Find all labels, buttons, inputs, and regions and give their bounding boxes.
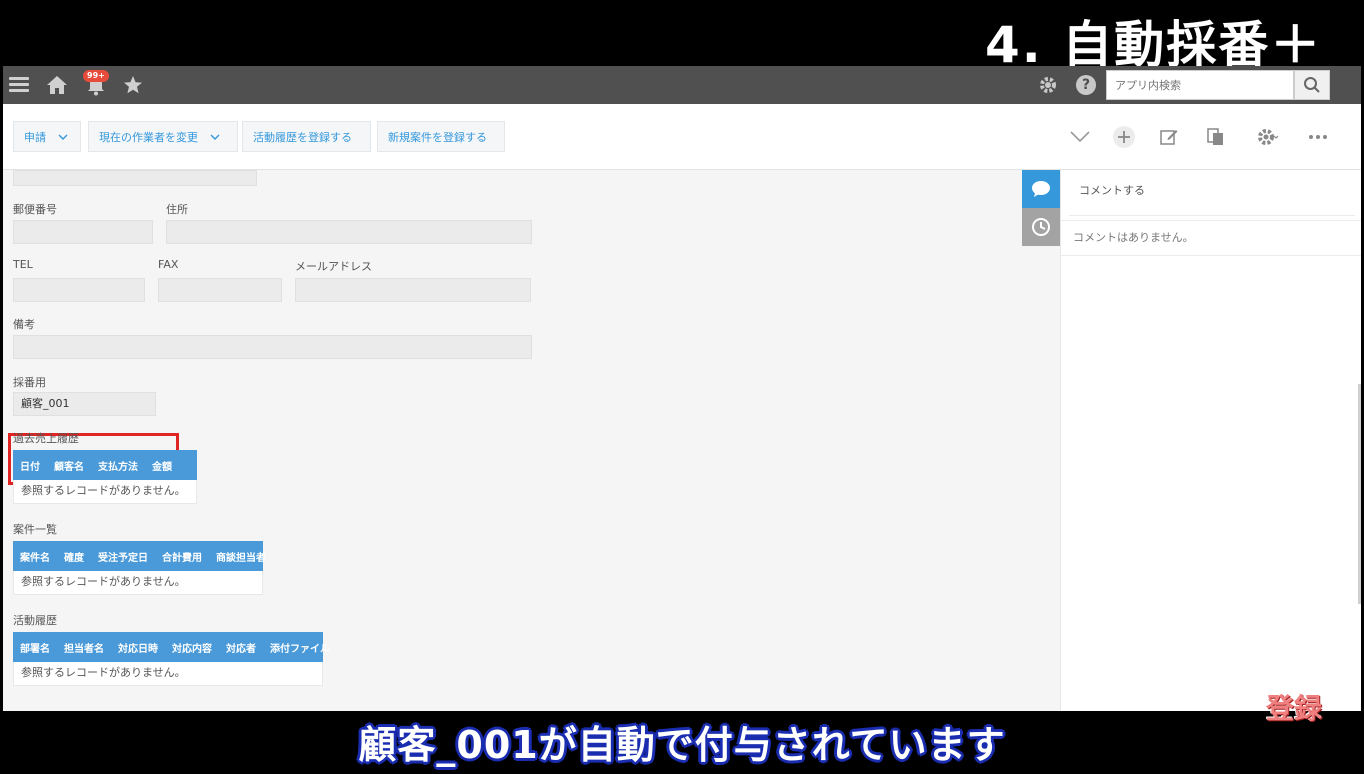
search-icon <box>1304 77 1320 93</box>
copy-icon[interactable] <box>1202 124 1228 150</box>
app-search-input[interactable] <box>1106 70 1294 100</box>
kintone-app: 99+ ? 申請 現在の作業者を変更 活動履歴を登 <box>3 66 1361 711</box>
history-tab[interactable] <box>1022 208 1060 246</box>
no-comments-message: コメントはありません。 <box>1061 220 1361 256</box>
column-header: 対応内容 <box>172 643 212 655</box>
tel-value <box>13 278 145 302</box>
star-icon[interactable] <box>119 71 147 99</box>
empty-table-message: 参照するレコードがありません。 <box>13 480 197 504</box>
add-record-icon[interactable] <box>1111 124 1137 150</box>
header-bar: 99+ ? <box>3 66 1361 104</box>
gear-icon[interactable] <box>1034 71 1062 99</box>
fax-value <box>158 278 282 302</box>
field-value-partial <box>13 170 257 186</box>
register-project-button[interactable]: 新規案件を登録する <box>377 121 505 152</box>
action-toolbar: 申請 現在の作業者を変更 活動履歴を登録する 新規案件を登録する <box>3 104 1361 170</box>
sales-history-title: 過去売上履歴 <box>13 432 79 445</box>
menu-icon[interactable] <box>5 71 33 99</box>
empty-table-message: 参照するレコードがありません。 <box>13 571 263 595</box>
comment-input[interactable]: コメントする <box>1069 176 1355 216</box>
column-header: 対応者 <box>226 643 256 655</box>
search-button[interactable] <box>1294 70 1330 100</box>
address-label: 住所 <box>166 203 188 216</box>
activity-history-header: 部署名 担当者名 対応日時 対応内容 対応者 添付ファイル <box>13 632 330 662</box>
edit-icon[interactable] <box>1156 124 1182 150</box>
activity-history-title: 活動履歴 <box>13 614 57 627</box>
project-list-header: 案件名 確度 受注予定日 合計費用 商談担当者 <box>13 541 266 571</box>
column-header: 案件名 <box>20 552 50 564</box>
column-header: 添付ファイル <box>270 643 330 655</box>
column-header: 商談担当者 <box>216 552 266 564</box>
address-value <box>166 220 532 244</box>
column-header: 確度 <box>64 552 84 564</box>
help-icon[interactable]: ? <box>1072 71 1100 99</box>
column-header: 支払方法 <box>98 461 138 473</box>
register-activity-button[interactable]: 活動履歴を登録する <box>242 121 371 152</box>
apply-button[interactable]: 申請 <box>13 121 81 152</box>
notes-value <box>13 335 532 359</box>
comment-icon <box>1032 181 1050 197</box>
column-header: 対応日時 <box>118 643 158 655</box>
settings-menu-icon[interactable] <box>1248 124 1288 150</box>
comment-panel: コメントする コメントはありません。 <box>1060 170 1361 711</box>
postal-code-label: 郵便番号 <box>13 203 57 216</box>
postal-code-value <box>13 220 153 244</box>
scrollbar[interactable] <box>1358 384 1361 604</box>
column-header: 日付 <box>20 461 40 473</box>
subtitle-caption: 顧客_001が自動で付与されています <box>358 722 1006 767</box>
record-detail: 郵便番号 住所 TEL FAX メールアドレス 備考 採番用 顧客_001 過去… <box>3 170 1060 711</box>
column-header: 受注予定日 <box>98 552 148 564</box>
home-icon[interactable] <box>43 71 71 99</box>
change-assignee-button[interactable]: 現在の作業者を変更 <box>88 121 238 152</box>
project-list-title: 案件一覧 <box>13 523 57 536</box>
chevron-down-icon[interactable] <box>1067 124 1093 150</box>
notification-badge: 99+ <box>83 70 109 82</box>
numbering-value: 顧客_001 <box>13 392 156 416</box>
video-frame: 4. 自動採番＋ 99+ ? アプリ内検索 申請 現在の作業者を変更 活動履歴を… <box>0 0 1364 774</box>
column-header: 合計費用 <box>162 552 202 564</box>
comments-tab[interactable] <box>1022 170 1060 208</box>
sales-history-header: 日付 顧客名 支払方法 金額 <box>13 450 197 480</box>
numbering-label: 採番用 <box>13 376 46 389</box>
chevron-down-icon <box>210 134 220 140</box>
empty-table-message: 参照するレコードがありません。 <box>13 662 323 686</box>
column-header: 担当者名 <box>64 643 104 655</box>
more-options-icon[interactable] <box>1305 124 1331 150</box>
column-header: 顧客名 <box>54 461 84 473</box>
fax-label: FAX <box>158 258 179 271</box>
email-value <box>295 278 531 302</box>
email-label: メールアドレス <box>295 260 372 273</box>
column-header: 金額 <box>152 461 172 473</box>
notes-label: 備考 <box>13 318 35 331</box>
tel-label: TEL <box>13 258 33 271</box>
chevron-down-icon <box>58 134 68 140</box>
column-header: 部署名 <box>20 643 50 655</box>
overlay-title: 4. 自動採番＋ <box>985 16 1323 74</box>
history-icon <box>1032 218 1050 236</box>
